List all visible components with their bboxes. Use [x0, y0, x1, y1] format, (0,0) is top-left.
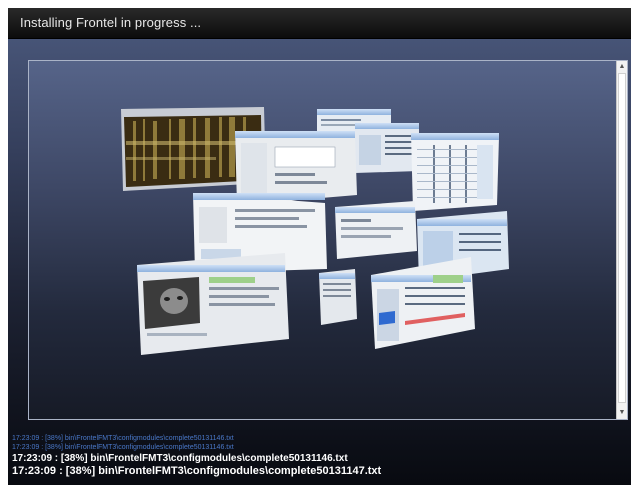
window-title: Installing Frontel in progress ... — [20, 15, 202, 30]
vertical-scrollbar[interactable]: ▲ ▼ — [616, 61, 627, 419]
scroll-thumb[interactable] — [618, 73, 626, 403]
thumbnail-window-photo-app[interactable] — [137, 253, 289, 355]
thumbnail-window-panel[interactable] — [335, 201, 417, 259]
scroll-up-arrow-icon[interactable]: ▲ — [618, 62, 626, 72]
log-line: 17:23:09 : [38%] bin\FrontelFMT3\configm… — [12, 444, 234, 451]
log-line: 17:23:09 : [38%] bin\FrontelFMT3\configm… — [12, 465, 382, 477]
log-line: 17:23:09 : [38%] bin\FrontelFMT3\configm… — [12, 435, 234, 442]
install-log: 17:23:09 : [38%] bin\FrontelFMT3\configm… — [8, 434, 631, 485]
thumbnail-window-small-center[interactable] — [319, 269, 357, 325]
thumbnail-window-list[interactable] — [355, 123, 419, 173]
title-bar: Installing Frontel in progress ... — [8, 8, 631, 39]
installer-window: Installing Frontel in progress ... ▲ ▼ 1… — [8, 8, 631, 485]
thumbnail-window-spreadsheet[interactable] — [411, 133, 499, 211]
flip3d-window-stack — [121, 107, 509, 355]
log-line: 17:23:09 : [38%] bin\FrontelFMT3\configm… — [12, 453, 348, 464]
scroll-down-arrow-icon[interactable]: ▼ — [618, 408, 626, 418]
flip3d-preview: ▲ ▼ — [28, 60, 628, 420]
thumbnail-window-data-view[interactable] — [371, 257, 475, 349]
